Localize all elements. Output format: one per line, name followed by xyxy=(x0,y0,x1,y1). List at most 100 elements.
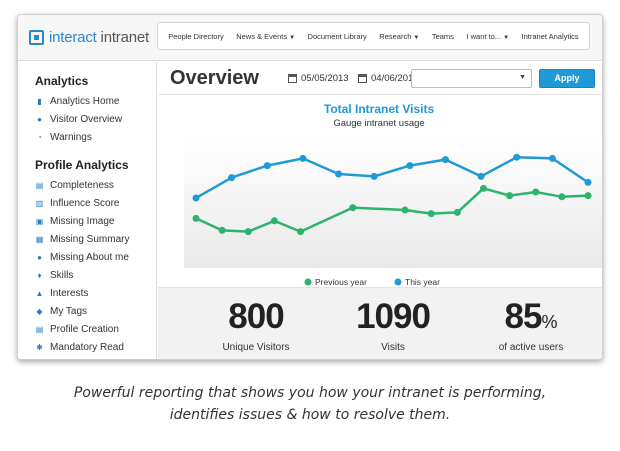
skills-icon: ♦ xyxy=(37,270,42,280)
caret-down-icon: ▼ xyxy=(413,34,420,41)
sidebar-item-label: My Tags xyxy=(50,305,88,317)
stat-value: 800 xyxy=(228,297,284,336)
data-point[interactable] xyxy=(401,206,409,214)
caret-down-icon: ▼ xyxy=(289,34,296,41)
data-point[interactable] xyxy=(584,192,592,200)
data-point[interactable] xyxy=(584,178,592,186)
data-point[interactable] xyxy=(244,228,252,236)
nav-item[interactable]: News & Events ▼ xyxy=(236,32,295,41)
chevron-down-icon: ▼ xyxy=(519,74,526,81)
sidebar-item-label: Missing Image xyxy=(50,215,115,227)
sidebar-item-label: Mandatory Read xyxy=(50,341,124,353)
sidebar-item[interactable]: ▮ Analytics Home xyxy=(35,92,156,110)
data-point[interactable] xyxy=(335,170,343,178)
sidebar-item-label: Visitor Overview xyxy=(50,113,123,125)
data-point[interactable] xyxy=(406,162,414,170)
main-content: Overview 05/05/2013 04/06/2013 ▼ Apply T… xyxy=(158,62,602,359)
nav-item-label: Document Library xyxy=(307,31,367,41)
app-window: interact intranet People Directory News &… xyxy=(17,14,603,360)
data-point[interactable] xyxy=(297,228,305,236)
date-to-picker[interactable]: 04/06/2013 xyxy=(358,73,419,84)
data-point[interactable] xyxy=(479,184,487,192)
stat-value: 1090 xyxy=(356,297,431,336)
sidebar: Analytics ▮ Analytics Home ● Visitor Overvie… xyxy=(18,62,157,359)
data-point[interactable] xyxy=(548,154,556,162)
score-icon: ▥ xyxy=(35,198,44,208)
data-point[interactable] xyxy=(192,214,200,222)
logo-icon xyxy=(29,30,44,45)
stat-visits: 1090 Visits xyxy=(328,297,458,354)
data-point[interactable] xyxy=(558,193,566,201)
users-icon: ● xyxy=(37,114,42,124)
nav-item[interactable]: Document Library xyxy=(308,32,367,41)
data-point[interactable] xyxy=(477,172,485,180)
warning-icon: ◔ xyxy=(37,132,42,142)
caption-line: identifies issues & how to resolve them. xyxy=(169,407,451,423)
legend-marker xyxy=(304,278,312,286)
data-point[interactable] xyxy=(441,156,449,164)
calendar-icon xyxy=(358,74,367,83)
chart-subtitle: Gauge intranet usage xyxy=(333,118,424,129)
data-point[interactable] xyxy=(192,194,200,202)
sidebar-item-label: Completeness xyxy=(50,179,114,191)
apply-button[interactable]: Apply xyxy=(539,69,595,88)
page-title: Overview xyxy=(170,67,259,89)
data-point[interactable] xyxy=(299,154,307,162)
data-point[interactable] xyxy=(427,210,435,218)
sidebar-item[interactable]: ▥ Influence Score xyxy=(35,194,156,212)
stat-label: Visits xyxy=(381,342,405,353)
nav-item[interactable]: Research ▼ xyxy=(379,32,419,41)
title-row: Overview 05/05/2013 04/06/2013 ▼ Apply xyxy=(158,62,602,95)
nav-item[interactable]: People Directory xyxy=(168,32,223,41)
stat-label: Unique Visitors xyxy=(222,342,290,353)
sidebar-item-label: Analytics Home xyxy=(50,95,120,107)
stat-unique-visitors: 800 Unique Visitors xyxy=(191,297,321,354)
data-point[interactable] xyxy=(349,204,357,212)
data-point[interactable] xyxy=(270,217,278,225)
sidebar-item-label: Warnings xyxy=(50,131,92,143)
nav-item[interactable]: Teams xyxy=(432,32,454,41)
nav-item[interactable]: Intranet Analytics xyxy=(522,32,579,41)
logo-text: interact intranet xyxy=(49,29,149,46)
nav-item[interactable]: I want to... ▼ xyxy=(466,32,509,41)
sidebar-item-label: Interests xyxy=(50,287,89,299)
caption-line: Powerful reporting that shows you how yo… xyxy=(73,385,547,401)
nav-item-label: People Directory xyxy=(168,31,224,41)
sidebar-item[interactable]: ● Missing About me xyxy=(35,248,156,266)
nav-item-label: Intranet Analytics xyxy=(521,31,579,41)
logo[interactable]: interact intranet xyxy=(29,29,149,46)
date-from-picker[interactable]: 05/05/2013 xyxy=(288,73,349,84)
sidebar-item[interactable]: ◔ Warnings xyxy=(35,128,156,146)
sidebar-item-label: Skills xyxy=(50,269,74,281)
nav-item-label: News & Events xyxy=(236,31,288,41)
sidebar-item[interactable]: ♦ Skills xyxy=(35,266,156,284)
data-point[interactable] xyxy=(513,153,521,161)
interests-icon: ▲ xyxy=(35,288,44,298)
data-point[interactable] xyxy=(263,162,271,170)
sidebar-item[interactable]: ▤ Profile Creation xyxy=(35,320,156,338)
sidebar-item[interactable]: ● Visitor Overview xyxy=(35,110,156,128)
sidebar-item[interactable]: ✱ Mandatory Read xyxy=(35,338,156,356)
sidebar-item[interactable]: ▤ Completeness xyxy=(35,176,156,194)
calendar-icon xyxy=(288,74,297,83)
sidebar-item[interactable]: ▲ Interests xyxy=(35,284,156,302)
image-icon: ▣ xyxy=(35,216,44,226)
data-point[interactable] xyxy=(218,226,226,234)
filter-select[interactable]: ▼ xyxy=(411,69,532,88)
sidebar-item[interactable]: ▣ Missing Image xyxy=(35,212,156,230)
nav-item-label: Teams xyxy=(431,31,454,41)
data-point[interactable] xyxy=(370,172,378,180)
sidebar-item[interactable]: ▦ Missing Summary xyxy=(35,230,156,248)
data-point[interactable] xyxy=(453,208,461,216)
sidebar-item-label: Missing About me xyxy=(50,251,129,263)
legend-label: This year xyxy=(405,277,440,287)
data-point[interactable] xyxy=(228,174,236,182)
data-point[interactable] xyxy=(532,188,540,196)
sidebar-item[interactable]: ◆ My Tags xyxy=(35,302,156,320)
summary-icon: ▦ xyxy=(35,234,44,244)
data-point[interactable] xyxy=(506,192,514,200)
bar-chart-icon: ▮ xyxy=(37,96,42,106)
profile-icon: ▤ xyxy=(35,324,44,334)
visits-chart-panel: Total Intranet Visits Gauge intranet usa… xyxy=(158,96,602,287)
stat-value: 85% xyxy=(504,297,558,336)
